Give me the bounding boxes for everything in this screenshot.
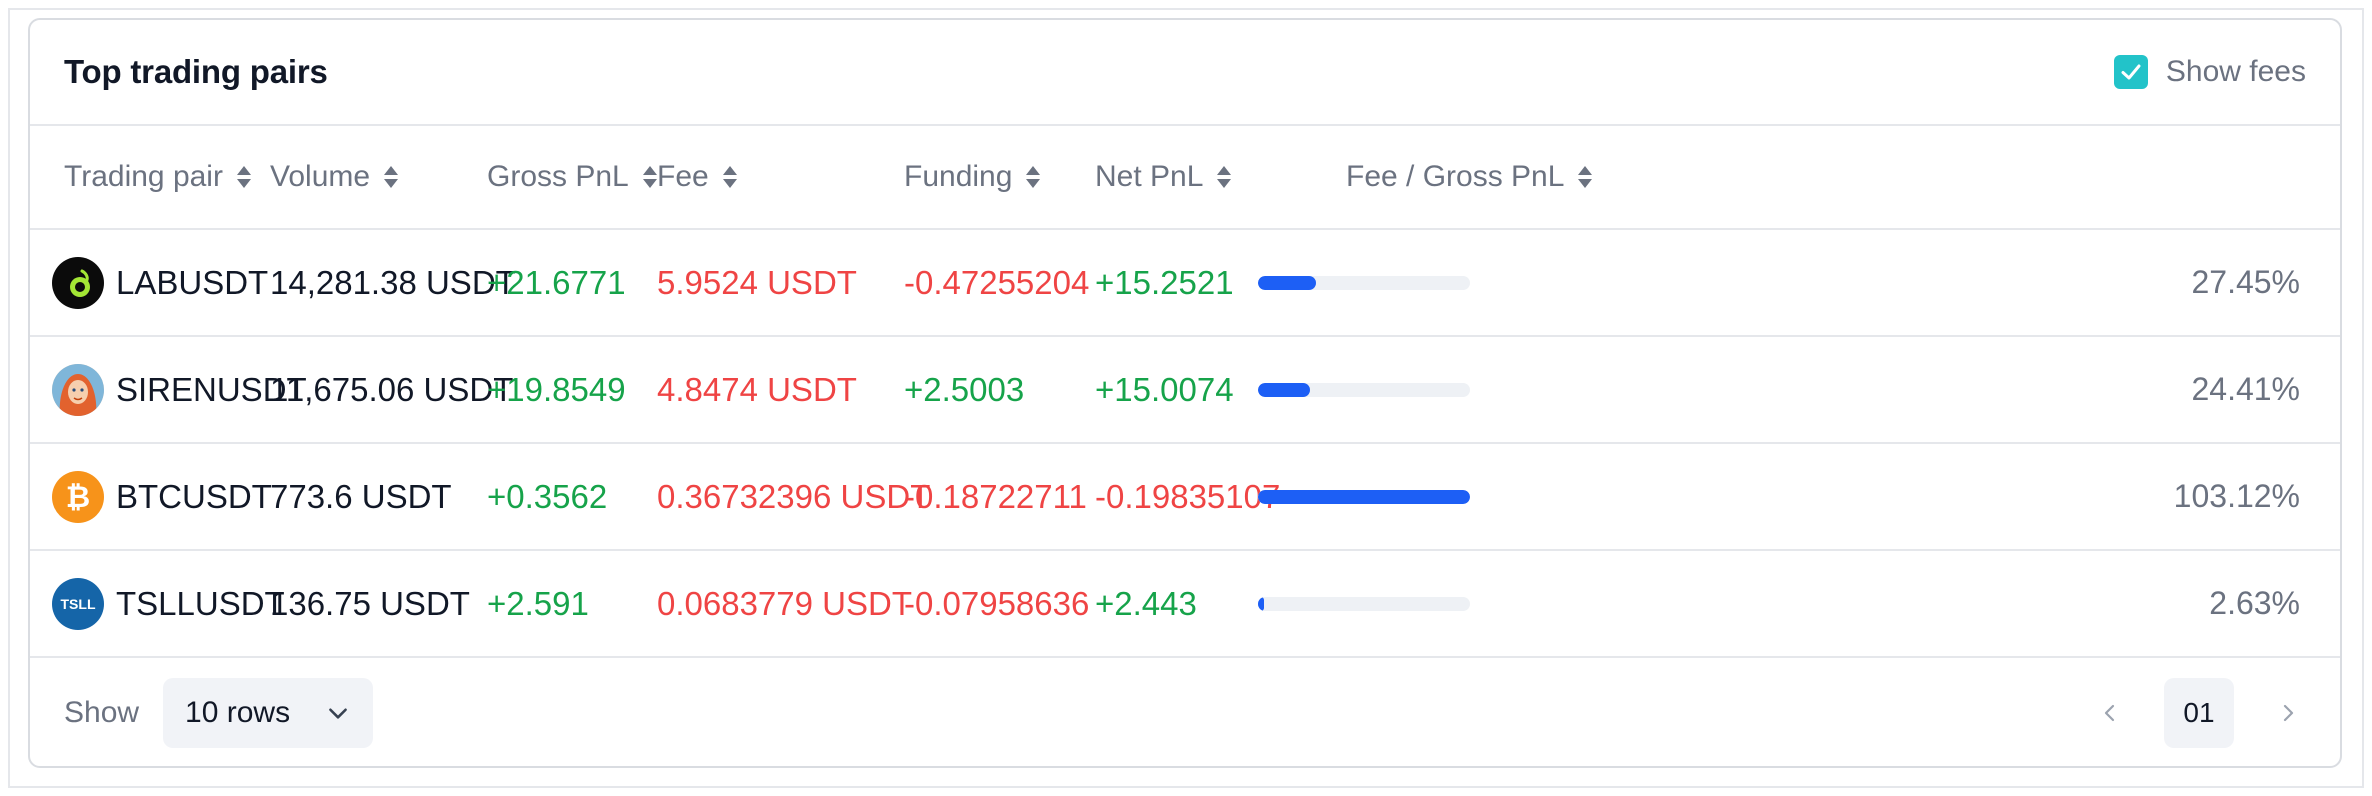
column-label: Gross PnL bbox=[487, 160, 629, 193]
pair-name: BTCUSDT bbox=[116, 477, 272, 515]
fee-ratio-bar bbox=[1258, 596, 1470, 611]
fee-ratio-bar-fill bbox=[1258, 275, 1317, 290]
fee-cell: 4.8474 USDT bbox=[657, 370, 857, 408]
chevron-down-icon bbox=[329, 708, 347, 719]
siren-token-icon bbox=[52, 363, 104, 416]
lab-token-icon bbox=[52, 256, 104, 309]
column-header-fee-gross-ratio[interactable]: Fee / Gross PnL bbox=[1346, 126, 1594, 228]
fee-ratio-bar bbox=[1258, 382, 1470, 397]
table-row[interactable]: LABUSDT 14,281.38 USDT +21.6771 5.9524 U… bbox=[30, 230, 2340, 337]
show-fees-checkbox[interactable] bbox=[2113, 55, 2148, 89]
column-header-fee[interactable]: Fee bbox=[657, 126, 739, 228]
top-trading-pairs-card: Top trading pairs Show fees Trading pair… bbox=[28, 18, 2342, 768]
pair-name: LABUSDT bbox=[116, 263, 269, 301]
net-pnl-cell: +15.2521 bbox=[1095, 263, 1234, 301]
volume-cell: 136.75 USDT bbox=[270, 584, 470, 622]
fee-ratio-bar bbox=[1258, 489, 1470, 504]
gross-pnl-cell: +2.591 bbox=[487, 584, 589, 622]
fee-ratio-bar-fill bbox=[1258, 596, 1264, 611]
column-label: Net PnL bbox=[1095, 160, 1204, 193]
sort-icon bbox=[1217, 166, 1232, 188]
fee-ratio-bar-fill bbox=[1258, 382, 1310, 397]
table-row[interactable]: TSLL TSLLUSDT 136.75 USDT +2.591 0.06837… bbox=[30, 551, 2340, 658]
funding-cell: +2.5003 bbox=[904, 370, 1025, 408]
card-header: Top trading pairs Show fees bbox=[30, 20, 2340, 126]
sort-icon bbox=[722, 166, 737, 188]
fee-ratio-value: 103.12% bbox=[2173, 478, 2300, 514]
tsll-token-icon: TSLL bbox=[52, 577, 104, 630]
volume-cell: 14,281.38 USDT bbox=[270, 263, 516, 301]
card-title: Top trading pairs bbox=[64, 53, 328, 90]
bitcoin-icon: ₿ bbox=[52, 470, 104, 523]
show-fees-label: Show fees bbox=[2165, 55, 2306, 88]
fee-cell: 0.0683779 USDT bbox=[657, 584, 912, 622]
net-pnl-cell: -0.19835107 bbox=[1095, 477, 1281, 515]
fee-ratio-bar bbox=[1258, 275, 1470, 290]
fee-cell: 5.9524 USDT bbox=[657, 263, 857, 301]
table-row[interactable]: SIRENUSDT 11,675.06 USDT +19.8549 4.8474… bbox=[30, 337, 2340, 444]
chevron-left-icon bbox=[2104, 704, 2115, 722]
tsll-icon-text: TSLL bbox=[60, 595, 96, 612]
sort-icon bbox=[236, 166, 251, 188]
column-label: Fee bbox=[657, 160, 709, 193]
volume-cell: 773.6 USDT bbox=[270, 477, 452, 515]
fee-ratio-value: 24.41% bbox=[2191, 371, 2300, 407]
pair-cell: ₿ BTCUSDT bbox=[52, 444, 272, 549]
pagination: 01 bbox=[2092, 678, 2306, 748]
funding-cell: -0.18722711 bbox=[904, 477, 1087, 515]
table-header: Trading pair Volume Gross PnL Fee Fundin… bbox=[30, 126, 2340, 230]
check-icon bbox=[2121, 64, 2141, 80]
column-header-volume[interactable]: Volume bbox=[270, 126, 400, 228]
funding-cell: -0.07958636 bbox=[904, 584, 1090, 622]
pair-cell: LABUSDT bbox=[52, 230, 268, 335]
volume-cell: 11,675.06 USDT bbox=[270, 370, 514, 408]
sort-icon bbox=[1026, 166, 1041, 188]
gross-pnl-cell: +21.6771 bbox=[487, 263, 626, 301]
column-header-net-pnl[interactable]: Net PnL bbox=[1095, 126, 1233, 228]
fee-cell: 0.36732396 USDT bbox=[657, 477, 931, 515]
show-fees-toggle[interactable]: Show fees bbox=[2113, 55, 2306, 89]
gross-pnl-cell: +0.3562 bbox=[487, 477, 608, 515]
table-row[interactable]: ₿ BTCUSDT 773.6 USDT +0.3562 0.36732396 … bbox=[30, 444, 2340, 551]
prev-page-button[interactable] bbox=[2092, 695, 2128, 731]
gross-pnl-cell: +19.8549 bbox=[487, 370, 626, 408]
sort-icon bbox=[384, 166, 399, 188]
pair-cell: TSLL TSLLUSDT bbox=[52, 551, 285, 656]
funding-cell: -0.47255204 bbox=[904, 263, 1090, 301]
show-label: Show bbox=[64, 696, 140, 729]
svg-text:₿: ₿ bbox=[66, 480, 90, 515]
column-label: Fee / Gross PnL bbox=[1346, 160, 1565, 193]
net-pnl-cell: +2.443 bbox=[1095, 584, 1197, 622]
pair-cell: SIRENUSDT bbox=[52, 337, 307, 442]
column-header-trading-pair[interactable]: Trading pair bbox=[64, 126, 253, 228]
next-page-button[interactable] bbox=[2270, 695, 2306, 731]
column-label: Funding bbox=[904, 160, 1013, 193]
column-label: Volume bbox=[270, 160, 371, 193]
rows-select-value: 10 rows bbox=[185, 696, 291, 729]
fee-ratio-value: 27.45% bbox=[2191, 264, 2300, 300]
fee-ratio-value: 2.63% bbox=[2209, 585, 2300, 621]
sort-icon bbox=[1578, 166, 1593, 188]
pair-name: TSLLUSDT bbox=[116, 584, 285, 622]
column-header-funding[interactable]: Funding bbox=[904, 126, 1042, 228]
rows-per-page-select[interactable]: 10 rows bbox=[163, 678, 374, 748]
chevron-right-icon bbox=[2283, 704, 2294, 722]
net-pnl-cell: +15.0074 bbox=[1095, 370, 1234, 408]
column-header-gross-pnl[interactable]: Gross PnL bbox=[487, 126, 659, 228]
table-footer: Show 10 rows 01 bbox=[30, 660, 2340, 766]
rows-per-page: Show 10 rows bbox=[64, 678, 374, 748]
fee-ratio-bar-fill bbox=[1258, 489, 1470, 504]
column-label: Trading pair bbox=[64, 160, 223, 193]
page-button-current[interactable]: 01 bbox=[2164, 678, 2234, 748]
